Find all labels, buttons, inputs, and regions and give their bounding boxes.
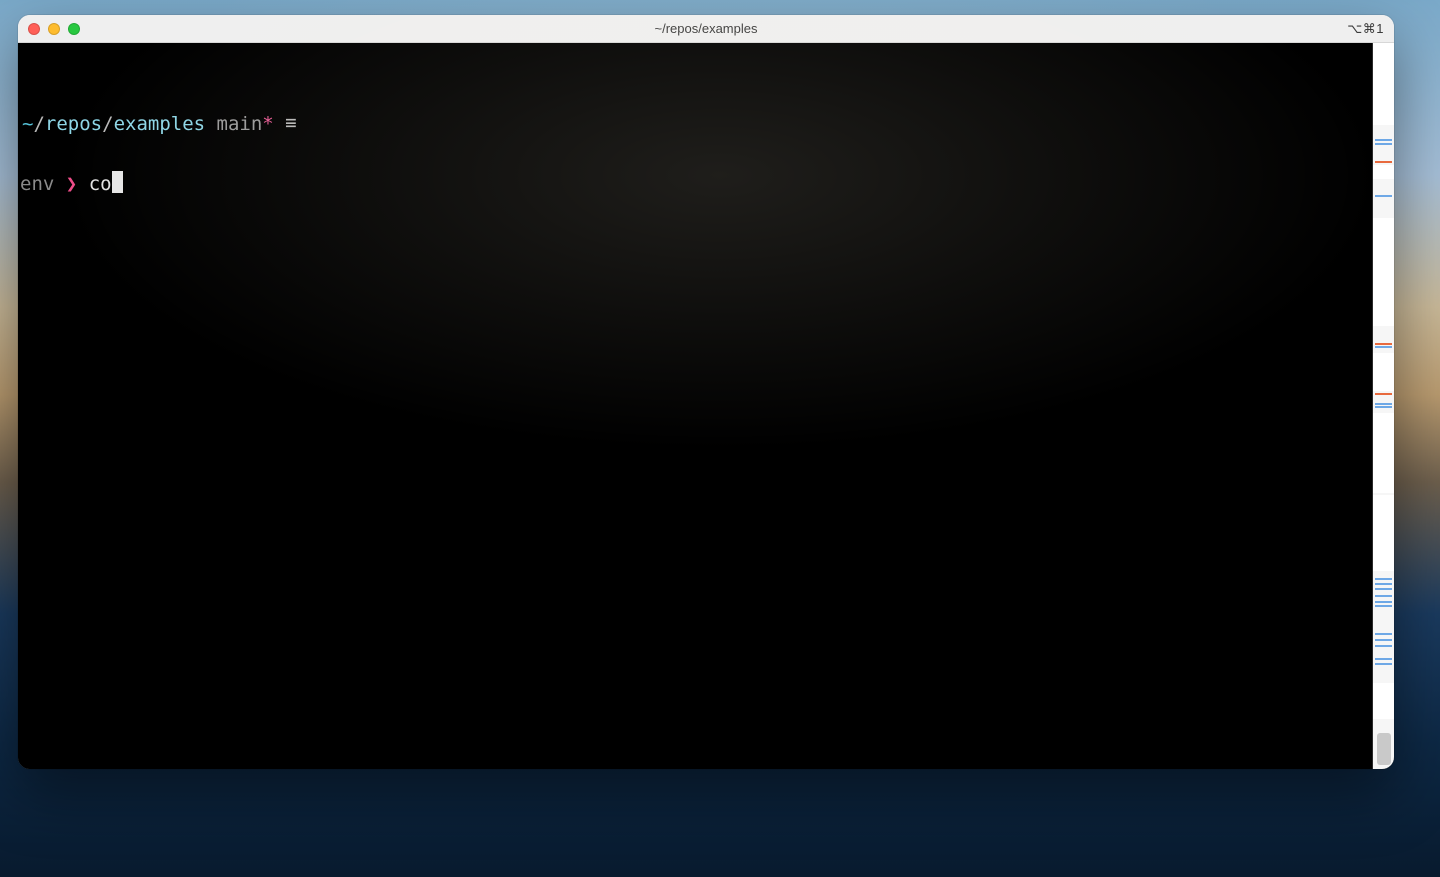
window-title: ~/repos/examples xyxy=(18,21,1394,36)
typed-command[interactable]: co xyxy=(89,173,112,195)
minimap-mark xyxy=(1375,605,1392,607)
window-titlebar[interactable]: ~/repos/examples ⌥⌘1 xyxy=(18,15,1394,43)
minimap-mark xyxy=(1375,403,1392,405)
text-cursor xyxy=(112,171,123,193)
minimap-mark xyxy=(1375,406,1392,408)
git-branch: main xyxy=(217,113,263,135)
stash-icon: ≡ xyxy=(285,108,296,138)
minimap-mark xyxy=(1375,143,1392,145)
minimap-mark xyxy=(1375,601,1392,603)
terminal-area-wrap: ~/repos/examples main* ≡ env ❯ co xyxy=(18,43,1394,769)
virtualenv-label: env xyxy=(20,173,54,195)
window-shortcut-hint: ⌥⌘1 xyxy=(1347,21,1384,37)
minimap-mark xyxy=(1375,588,1392,590)
terminal-area[interactable]: ~/repos/examples main* ≡ env ❯ co xyxy=(18,43,1372,769)
traffic-lights xyxy=(28,23,80,35)
minimap-mark xyxy=(1373,413,1394,493)
minimap-mark xyxy=(1373,495,1394,571)
close-button[interactable] xyxy=(28,23,40,35)
minimap-mark xyxy=(1373,43,1394,125)
git-dirty-icon: * xyxy=(262,113,273,135)
scrollbar-minimap[interactable] xyxy=(1372,43,1394,769)
prompt-line-2: env ❯ co xyxy=(20,169,1370,199)
prompt-line-1: ~/repos/examples main* ≡ xyxy=(20,109,1370,139)
minimap-mark xyxy=(1375,161,1392,163)
path-sep-2: / xyxy=(102,113,113,135)
minimap-mark xyxy=(1373,683,1394,719)
minimap-mark xyxy=(1375,195,1392,197)
minimap-mark xyxy=(1375,583,1392,585)
minimap-mark xyxy=(1375,639,1392,641)
terminal-window: ~/repos/examples ⌥⌘1 ~/repos/examples ma… xyxy=(18,15,1394,769)
path-examples: examples xyxy=(114,113,206,135)
minimap-mark xyxy=(1373,165,1394,179)
prompt-chevron-icon: ❯ xyxy=(66,173,77,195)
maximize-button[interactable] xyxy=(68,23,80,35)
minimap-mark xyxy=(1373,218,1394,326)
scrollbar-thumb[interactable] xyxy=(1377,733,1391,765)
minimize-button[interactable] xyxy=(48,23,60,35)
minimap-mark xyxy=(1375,139,1392,141)
minimap-mark xyxy=(1375,663,1392,665)
minimap-mark xyxy=(1375,658,1392,660)
desktop-background: ~/repos/examples ⌥⌘1 ~/repos/examples ma… xyxy=(0,0,1440,877)
path-repos: repos xyxy=(45,113,102,135)
minimap-mark xyxy=(1375,578,1392,580)
minimap-mark xyxy=(1375,346,1392,348)
path-home: ~ xyxy=(22,113,33,135)
path-sep-1: / xyxy=(33,113,44,135)
minimap-mark xyxy=(1375,393,1392,395)
minimap-mark xyxy=(1375,595,1392,597)
minimap-mark xyxy=(1375,343,1392,345)
minimap-mark xyxy=(1375,633,1392,635)
minimap-mark xyxy=(1373,353,1394,391)
minimap-mark xyxy=(1375,645,1392,647)
